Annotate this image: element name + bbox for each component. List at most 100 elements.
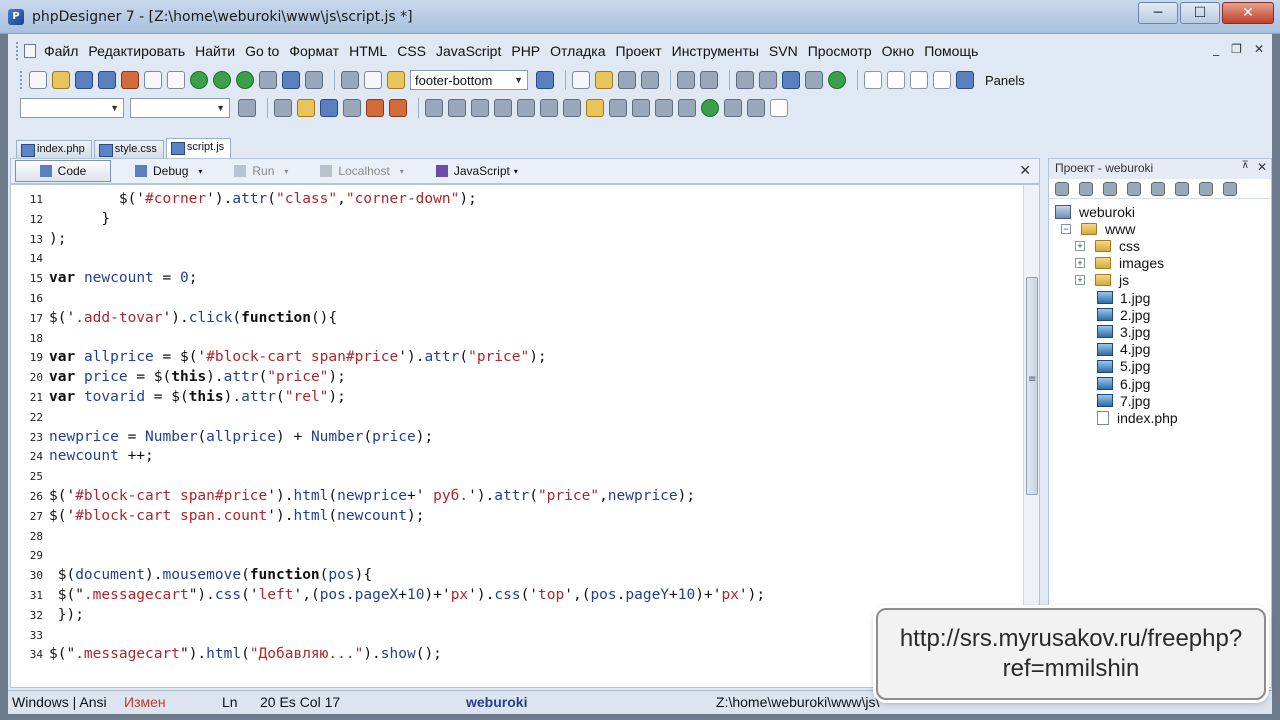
code-line[interactable]: 30 $(document).mousemove(function(pos){ <box>11 565 1021 585</box>
code-line[interactable]: 32 }); <box>11 605 1021 625</box>
tree-item[interactable]: 4.jpg <box>1097 341 1150 358</box>
chevron-down-icon[interactable]: ▼ <box>216 103 225 113</box>
tree-item[interactable]: 5.jpg <box>1097 358 1150 375</box>
pointer-icon[interactable] <box>425 99 443 117</box>
menu-tools[interactable]: Инструменты <box>672 43 759 59</box>
align-right-icon[interactable] <box>494 99 512 117</box>
menu-php[interactable]: PHP <box>511 43 540 59</box>
tree-item[interactable]: weburoki <box>1055 203 1135 220</box>
template-combo[interactable]: footer-bottom ▼ <box>410 70 528 90</box>
list-icon[interactable] <box>343 99 361 117</box>
code-line[interactable]: 24 newcount ++; <box>11 446 1021 466</box>
expand-icon[interactable]: + <box>1075 258 1085 269</box>
tab-style-css[interactable]: style.css <box>93 140 164 158</box>
panels-button[interactable]: Panels <box>985 73 1025 88</box>
close-window-button[interactable]: ✕ <box>1222 2 1274 24</box>
chevron-down-icon[interactable]: ▼ <box>110 103 119 113</box>
layout-icon[interactable] <box>864 71 882 89</box>
grid-icon[interactable] <box>724 99 742 117</box>
tree-item[interactable]: 1.jpg <box>1097 289 1150 306</box>
code-line[interactable]: 11 $('#corner').attr("class","corner-dow… <box>11 189 1021 209</box>
media-icon[interactable] <box>632 99 650 117</box>
nav-back-icon[interactable] <box>677 71 695 89</box>
settings-icon[interactable] <box>759 71 777 89</box>
code-line[interactable]: 28 <box>11 526 1021 546</box>
chevron-down-icon[interactable]: ▼ <box>514 75 523 85</box>
code-view-button[interactable]: Code <box>15 160 111 182</box>
save-all-icon[interactable] <box>98 71 116 89</box>
tree-item[interactable]: 3.jpg <box>1097 323 1150 340</box>
close-file-icon[interactable] <box>121 71 139 89</box>
expand-icon[interactable]: + <box>1075 240 1085 251</box>
diamond-icon[interactable] <box>782 71 800 89</box>
code-line[interactable]: 31 $(".messagecart").css('left',(pos.pag… <box>11 585 1021 605</box>
run-button[interactable]: Run ▾ <box>226 160 296 182</box>
paste-icon[interactable] <box>387 71 405 89</box>
code-line[interactable]: 29 <box>11 545 1021 565</box>
table-icon[interactable] <box>274 99 292 117</box>
menu-css[interactable]: CSS <box>397 43 426 59</box>
document-icon[interactable] <box>24 44 36 58</box>
minimize-button[interactable]: ─ <box>1138 2 1178 24</box>
chevron-down-icon[interactable]: ▾ <box>514 167 518 176</box>
menu-html[interactable]: HTML <box>349 43 387 59</box>
scrollbar-thumb[interactable] <box>1026 277 1038 495</box>
find-next-icon[interactable] <box>641 71 659 89</box>
menu-debug[interactable]: Отладка <box>550 43 605 59</box>
find-replace-icon[interactable] <box>618 71 636 89</box>
localhost-button[interactable]: Localhost ▾ <box>312 160 411 182</box>
close-panel-icon[interactable]: ✕ <box>1257 160 1267 174</box>
size-combo[interactable]: ▼ <box>130 98 230 118</box>
code-line[interactable]: 20 var price = $(this).attr("price"); <box>11 367 1021 387</box>
project-edit-icon[interactable] <box>1127 181 1141 196</box>
wand-icon[interactable] <box>366 99 384 117</box>
print-icon[interactable] <box>259 71 277 89</box>
menu-find[interactable]: Найти <box>195 43 235 59</box>
snippet-icon[interactable] <box>595 71 613 89</box>
code-line[interactable]: 16 <box>11 288 1021 308</box>
checklist-icon[interactable] <box>655 99 673 117</box>
color-icon[interactable] <box>389 99 407 117</box>
chevron-down-icon[interactable]: ▾ <box>400 167 404 176</box>
menu-goto[interactable]: Go to <box>245 43 279 59</box>
menu-window[interactable]: Окно <box>882 43 915 59</box>
mdi-close-button[interactable]: ✕ <box>1254 42 1264 56</box>
align-center-icon[interactable] <box>471 99 489 117</box>
tree-item[interactable]: + css <box>1075 237 1140 254</box>
tree-item[interactable]: 7.jpg <box>1097 392 1150 409</box>
cut-icon[interactable] <box>341 71 359 89</box>
code-line[interactable]: 13); <box>11 229 1021 249</box>
tree-item[interactable]: index.php <box>1097 409 1178 426</box>
project-collapse-icon[interactable] <box>1175 181 1189 196</box>
bookmark-icon[interactable] <box>572 71 590 89</box>
redo-icon[interactable] <box>305 71 323 89</box>
copy-doc-icon[interactable] <box>144 71 162 89</box>
code-line[interactable]: 26 $('#block-cart span#price').html(newpr… <box>11 486 1021 506</box>
indent-icon[interactable] <box>540 99 558 117</box>
clip-icon[interactable] <box>805 71 823 89</box>
macro-icon[interactable] <box>736 71 754 89</box>
project-add-icon[interactable] <box>1103 181 1117 196</box>
browser-preview-icon[interactable] <box>190 71 208 89</box>
panels-icon[interactable] <box>956 71 974 89</box>
tree-item[interactable]: + images <box>1075 255 1164 272</box>
toolbar-grip[interactable] <box>20 71 23 89</box>
project-remove-icon[interactable] <box>1151 181 1165 196</box>
code-line[interactable]: 14 <box>11 248 1021 268</box>
code-line[interactable]: 21 var tovarid = $(this).attr("rel"); <box>11 387 1021 407</box>
anchor-icon[interactable] <box>609 99 627 117</box>
hand-icon[interactable] <box>586 99 604 117</box>
code-line[interactable]: 12 } <box>11 209 1021 229</box>
mdi-minimize-button[interactable]: _ <box>1213 42 1219 56</box>
code-line[interactable]: 23 newprice = Number(allprice) + Number(p… <box>11 427 1021 447</box>
picture-icon[interactable] <box>701 99 719 117</box>
new-file-icon[interactable] <box>29 71 47 89</box>
outdent-icon[interactable] <box>563 99 581 117</box>
menu-view[interactable]: Просмотр <box>808 43 872 59</box>
code-line[interactable]: 15 var newcount = 0; <box>11 268 1021 288</box>
characters-icon[interactable] <box>747 99 765 117</box>
copy-icon[interactable] <box>364 71 382 89</box>
language-button[interactable]: JavaScript ▾ <box>428 160 526 182</box>
project-refresh-icon[interactable] <box>1199 181 1213 196</box>
menu-grip[interactable] <box>16 42 20 60</box>
